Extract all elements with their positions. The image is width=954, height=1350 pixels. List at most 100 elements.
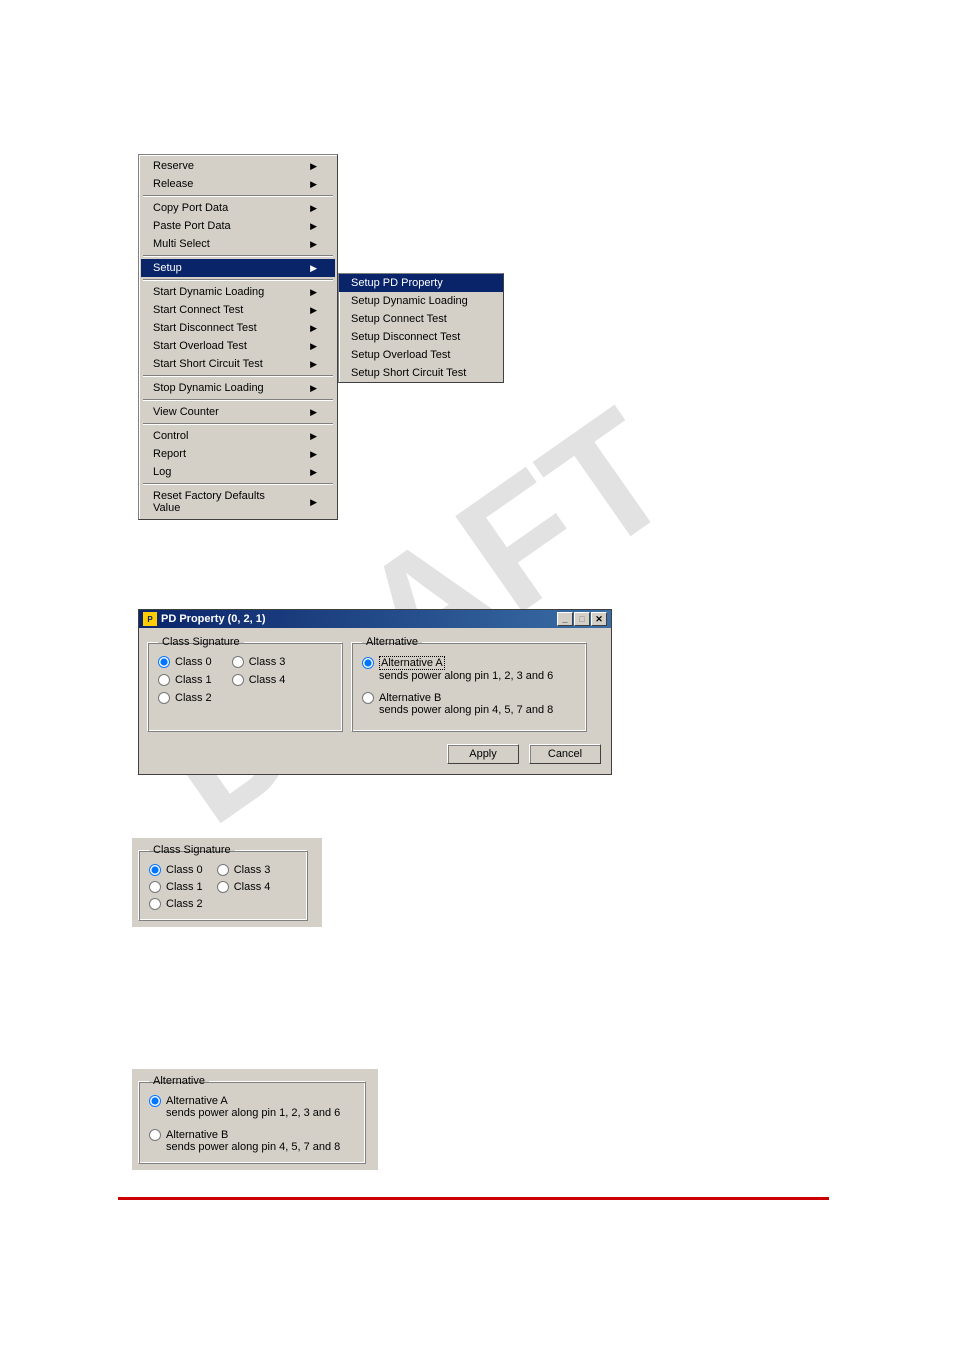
radio-class-0[interactable]: Class 0 (149, 864, 203, 876)
standalone-alternative: Alternative Alternative A sends power al… (132, 1069, 378, 1170)
radio-label: Class 4 (234, 881, 271, 893)
menu-item-start-connect-test[interactable]: Start Connect Test ▶ (141, 301, 335, 319)
alternative-legend: Alternative (149, 1075, 209, 1087)
radio-class-1[interactable]: Class 1 (158, 674, 212, 686)
submenu-item-setup-short-circuit-test[interactable]: Setup Short Circuit Test (339, 364, 503, 382)
submenu-arrow-icon: ▶ (310, 203, 317, 214)
menu-label: Reset Factory Defaults Value (153, 490, 290, 514)
context-menu[interactable]: Reserve ▶ Release ▶ Copy Port Data ▶ Paste … (138, 154, 338, 520)
alternative-a-description: sends power along pin 1, 2, 3 and 6 (379, 670, 576, 682)
pd-property-dialog: P PD Property (0, 2, 1) _ □ ✕ Class Sign… (138, 609, 612, 775)
menu-label: Reserve (153, 160, 194, 172)
dialog-titlebar[interactable]: P PD Property (0, 2, 1) _ □ ✕ (139, 610, 611, 628)
menu-label: Start Overload Test (153, 340, 247, 352)
menu-label: Report (153, 448, 186, 460)
submenu-arrow-icon: ▶ (310, 323, 317, 334)
alternative-legend: Alternative (362, 636, 422, 648)
menu-item-log[interactable]: Log▶ (141, 463, 335, 481)
minimize-button[interactable]: _ (557, 612, 573, 626)
radio-alternative-b[interactable]: Alternative B (149, 1129, 355, 1141)
cancel-button[interactable]: Cancel (529, 744, 601, 764)
close-button[interactable]: ✕ (591, 612, 607, 626)
menu-label: Paste Port Data (153, 220, 231, 232)
class-signature-legend: Class Signature (149, 844, 235, 856)
menu-separator (143, 375, 333, 377)
alternative-group: Alternative Alternative A sends power al… (351, 636, 587, 732)
menu-item-paste-port-data[interactable]: Paste Port Data▶ (141, 217, 335, 235)
menu-separator (143, 279, 333, 281)
menu-item-multi-select[interactable]: Multi Select▶ (141, 235, 335, 253)
button-label: Cancel (548, 748, 582, 760)
class-signature-group: Class Signature Class 0 Class 1 Class 2 … (147, 636, 343, 732)
submenu-arrow-icon: ▶ (310, 239, 317, 250)
menu-separator (143, 195, 333, 197)
menu-label: Release (153, 178, 193, 190)
close-icon: ✕ (595, 614, 603, 625)
radio-class-4[interactable]: Class 4 (232, 674, 286, 686)
submenu-arrow-icon: ▶ (310, 359, 317, 370)
menu-item-start-disconnect-test[interactable]: Start Disconnect Test▶ (141, 319, 335, 337)
radio-class-3[interactable]: Class 3 (232, 656, 286, 668)
menu-item-stop-dynamic-loading[interactable]: Stop Dynamic Loading▶ (141, 379, 335, 397)
menu-item-start-short-circuit-test[interactable]: Start Short Circuit Test▶ (141, 355, 335, 373)
menu-label: Setup (153, 262, 182, 274)
submenu-arrow-icon: ▶ (310, 431, 317, 442)
submenu-arrow-icon: ▶ (310, 497, 317, 508)
submenu-item-setup-connect-test[interactable]: Setup Connect Test (339, 310, 503, 328)
radio-label: Alternative B (166, 1129, 228, 1141)
menu-label: Start Connect Test (153, 304, 243, 316)
radio-class-0[interactable]: Class 0 (158, 656, 212, 668)
radio-alternative-a[interactable]: Alternative A (362, 656, 576, 670)
menu-separator (143, 483, 333, 485)
radio-class-3[interactable]: Class 3 (217, 864, 271, 876)
menu-separator (143, 255, 333, 257)
class-signature-group-standalone: Class Signature Class 0 Class 1 Class 2 … (138, 844, 308, 921)
menu-item-copy-port-data[interactable]: Copy Port Data ▶ (141, 199, 335, 217)
radio-class-2[interactable]: Class 2 (158, 692, 212, 704)
submenu-label: Setup PD Property (351, 277, 443, 289)
radio-label: Class 0 (166, 864, 203, 876)
radio-class-4[interactable]: Class 4 (217, 881, 271, 893)
minimize-icon: _ (562, 614, 567, 624)
menu-label: Stop Dynamic Loading (153, 382, 264, 394)
submenu-arrow-icon: ▶ (310, 179, 317, 190)
radio-class-2[interactable]: Class 2 (149, 898, 203, 910)
menu-separator (143, 423, 333, 425)
menu-item-control[interactable]: Control▶ (141, 427, 335, 445)
submenu-arrow-icon: ▶ (310, 305, 317, 316)
menu-item-view-counter[interactable]: View Counter▶ (141, 403, 335, 421)
menu-item-start-dynamic-loading[interactable]: Start Dynamic Loading▶ (141, 283, 335, 301)
menu-item-reserve[interactable]: Reserve ▶ (141, 157, 335, 175)
submenu-label: Setup Short Circuit Test (351, 367, 466, 379)
submenu-item-setup-disconnect-test[interactable]: Setup Disconnect Test (339, 328, 503, 346)
radio-alternative-b[interactable]: Alternative B (362, 692, 576, 704)
submenu-label: Setup Disconnect Test (351, 331, 460, 343)
submenu-label: Setup Dynamic Loading (351, 295, 468, 307)
submenu-arrow-icon: ▶ (310, 161, 317, 172)
alternative-b-description: sends power along pin 4, 5, 7 and 8 (379, 704, 576, 716)
apply-button[interactable]: Apply (447, 744, 519, 764)
submenu-arrow-icon: ▶ (310, 407, 317, 418)
setup-submenu[interactable]: Setup PD Property Setup Dynamic Loading … (338, 273, 504, 383)
radio-label: Class 4 (249, 674, 286, 686)
radio-label: Alternative B (379, 692, 441, 704)
submenu-item-setup-dynamic-loading[interactable]: Setup Dynamic Loading (339, 292, 503, 310)
radio-class-1[interactable]: Class 1 (149, 881, 203, 893)
menu-item-start-overload-test[interactable]: Start Overload Test ▶ (141, 337, 335, 355)
maximize-button[interactable]: □ (574, 612, 590, 626)
submenu-arrow-icon: ▶ (310, 341, 317, 352)
menu-separator (143, 399, 333, 401)
radio-alternative-a[interactable]: Alternative A (149, 1095, 355, 1107)
alternative-group-standalone: Alternative Alternative A sends power al… (138, 1075, 366, 1164)
radio-label: Alternative A (166, 1095, 228, 1107)
menu-item-setup[interactable]: Setup▶ (141, 259, 335, 277)
menu-item-release[interactable]: Release ▶ (141, 175, 335, 193)
submenu-arrow-icon: ▶ (310, 287, 317, 298)
submenu-item-setup-pd-property[interactable]: Setup PD Property (339, 274, 503, 292)
menu-item-reset-factory-defaults[interactable]: Reset Factory Defaults Value ▶ (141, 487, 335, 517)
menu-item-report[interactable]: Report▶ (141, 445, 335, 463)
submenu-item-setup-overload-test[interactable]: Setup Overload Test (339, 346, 503, 364)
menu-label: Copy Port Data (153, 202, 228, 214)
radio-label: Alternative A (379, 656, 445, 670)
maximize-icon: □ (579, 614, 584, 624)
